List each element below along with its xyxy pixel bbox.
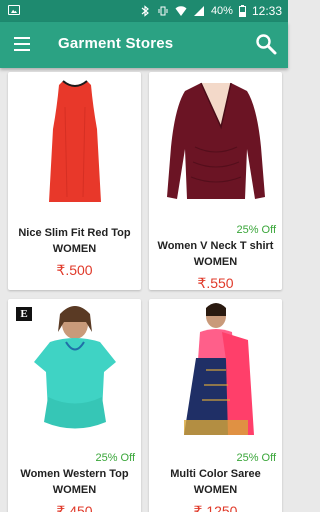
app-title: Garment Stores	[58, 35, 174, 52]
battery-percent: 40%	[210, 5, 233, 17]
product-category: WOMEN	[52, 484, 97, 496]
product-card[interactable]: Nice Slim Fit Red Top WOMEN ₹.500	[8, 72, 141, 290]
product-price: ₹.1250	[193, 503, 238, 512]
product-name: Women Western Top	[20, 468, 129, 480]
product-image	[149, 299, 282, 439]
product-card[interactable]: 25% Off Multi Color Saree WOMEN ₹.1250	[149, 299, 282, 512]
app-bar: Garment Stores	[0, 22, 288, 68]
product-category: WOMEN	[193, 484, 238, 496]
gallery-notification-icon	[8, 5, 20, 15]
product-grid: Nice Slim Fit Red Top WOMEN ₹.500 25% Of…	[0, 68, 288, 512]
brand-logo: E	[16, 307, 32, 321]
signal-icon	[193, 6, 204, 16]
product-category: WOMEN	[193, 256, 238, 268]
battery-icon	[238, 5, 246, 17]
status-bar: 40% 12:33	[0, 0, 288, 22]
clock: 12:33	[251, 4, 282, 18]
discount-badge: 25% Off	[95, 452, 135, 464]
product-card[interactable]: E 25% Off Women Western Top WOMEN ₹.450	[8, 299, 141, 512]
search-icon[interactable]	[254, 32, 278, 56]
product-image	[149, 72, 282, 212]
product-card[interactable]: 25% Off Women V Neck T shirt WOMEN ₹.550	[149, 72, 282, 290]
discount-badge: 25% Off	[236, 452, 276, 464]
vibrate-icon	[158, 6, 168, 16]
product-category: WOMEN	[52, 243, 97, 255]
bluetooth-icon	[141, 5, 149, 17]
product-price: ₹.550	[197, 275, 234, 290]
product-name: Multi Color Saree	[170, 468, 261, 480]
menu-icon[interactable]	[14, 37, 30, 51]
product-name: Women V Neck T shirt	[157, 240, 274, 252]
discount-badge: 25% Off	[236, 224, 276, 236]
product-name: Nice Slim Fit Red Top	[18, 227, 131, 239]
product-image	[8, 72, 141, 212]
wifi-icon	[175, 6, 187, 16]
product-price: ₹.450	[56, 503, 93, 512]
product-price: ₹.500	[56, 262, 93, 278]
